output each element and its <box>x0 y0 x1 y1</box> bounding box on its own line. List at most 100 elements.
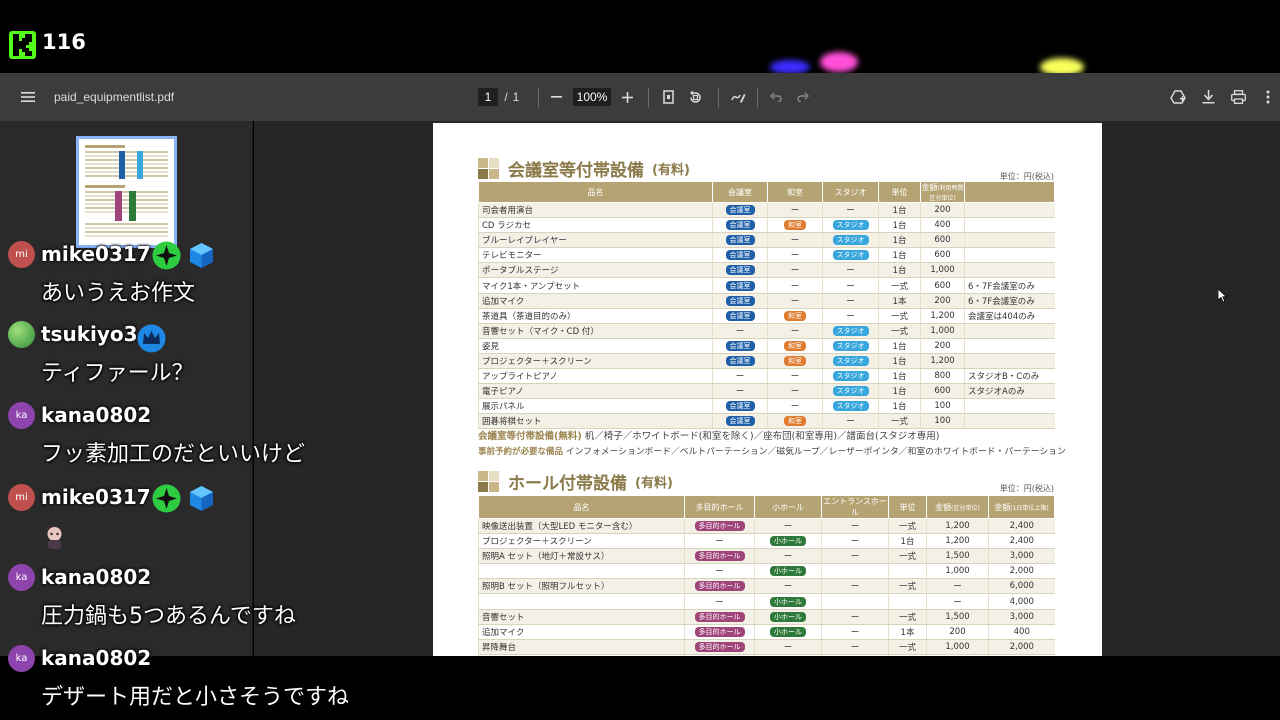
chat-username[interactable]: tsukiyo3 <box>41 322 138 346</box>
table-cell: スタジオ <box>822 217 879 234</box>
table-cell: 小ホール <box>754 609 822 625</box>
table-row: プロジェクター＋スクリーンー小ホールー 1台 1,200 2,400 <box>478 533 1055 550</box>
chat-message-text: あいうえお作文 <box>41 281 196 306</box>
table-cell: ー <box>754 548 822 565</box>
chat-username[interactable]: kana0802 <box>41 646 151 670</box>
reservation-label: 事前予約が必要な備品 <box>478 447 564 457</box>
zoom-out-icon[interactable] <box>548 73 564 121</box>
table-cell: ー <box>822 202 879 219</box>
facility-badge: 和室 <box>784 416 806 427</box>
facility-badge: 会議室 <box>725 265 755 276</box>
menu-icon[interactable] <box>14 73 42 121</box>
table-row: 展示パネル 会議室 ースタジオ 1台 100 <box>478 398 1055 415</box>
zoom-input[interactable]: 100% <box>573 88 611 106</box>
page-thumbnail[interactable] <box>76 136 177 248</box>
table-row: 音響セット（マイク・CD 付）ーースタジオ 一式 1,000 <box>478 323 1055 339</box>
table-cell: 追加マイク <box>478 624 685 640</box>
download-icon[interactable] <box>1199 73 1217 121</box>
table-cell: 会議室 <box>712 353 768 370</box>
table-cell: 1,200 <box>926 518 989 535</box>
annotate-icon[interactable] <box>729 73 747 121</box>
table-cell: 1台 <box>878 398 921 415</box>
table-row: ブルーレイプレイヤー 会議室 ースタジオ 1台 600 <box>478 232 1055 249</box>
table-cell: ー <box>821 609 889 625</box>
facility-badge: 和室 <box>784 220 806 231</box>
facility-badge: 小ホール <box>770 536 806 547</box>
chat-avatar: ka <box>8 645 35 672</box>
facility-badge: スタジオ <box>832 250 869 261</box>
table-cell: スタジオ <box>822 383 879 400</box>
table-cell: 600 <box>920 383 965 400</box>
header-note: (利用時間区分単位) <box>929 185 964 202</box>
table-cell: ー <box>767 277 823 294</box>
table-cell: 多目的ホール <box>684 624 755 640</box>
chat-username[interactable]: mike0317 <box>41 242 151 266</box>
table-cell <box>964 413 1055 430</box>
table-cell: 小ホール <box>754 593 822 610</box>
chat-username[interactable]: kana0802 <box>41 565 151 589</box>
table-header-cell: 品名 <box>478 181 713 203</box>
zoom-in-icon[interactable] <box>619 73 635 121</box>
section-title-meeting-rooms: 会議室等付帯設備 (有料) <box>478 156 690 181</box>
table-row: 囲碁将棋セット 会議室 和室 ー一式 100 <box>478 413 1055 430</box>
cube-badge-icon <box>187 241 216 270</box>
table-header-cell: 品名 <box>478 495 685 519</box>
chat-username[interactable]: mike0317 <box>41 485 151 509</box>
table-cell: 1台 <box>878 383 921 400</box>
table-cell: 姿見 <box>478 338 713 354</box>
table-cell: ー <box>926 593 989 610</box>
table-cell: ー <box>767 262 823 279</box>
facility-badge: 会議室 <box>725 235 755 246</box>
emote-icon <box>41 523 68 550</box>
chat-avatar: mi <box>8 484 35 511</box>
table-row: 映像送出装置（大型LED モニター含む） 多目的ホールーー一式 1,200 2,400 <box>478 518 1055 535</box>
table-cell: 200 <box>920 338 965 354</box>
table-cell: ー <box>767 383 823 400</box>
facility-badge: 会議室 <box>725 416 755 427</box>
table-cell: 6,000 <box>988 578 1055 595</box>
table-cell: 1本 <box>888 624 927 640</box>
table-row: 司会者用演台 会議室ーー 1台 200 <box>478 202 1055 219</box>
table-cell: ー <box>767 368 823 385</box>
table-cell: 会議室 <box>712 293 768 309</box>
page-separator: / <box>504 90 508 104</box>
background-neon-light <box>820 52 858 72</box>
table-cell: 一式 <box>888 548 927 565</box>
undo-icon[interactable] <box>768 73 784 121</box>
table-header-cell: 金額(1日単位上限) <box>988 495 1055 519</box>
table-cell: ー <box>821 639 889 655</box>
redo-icon[interactable] <box>795 73 811 121</box>
table-cell: 音響セット（マイク・CD 付） <box>478 323 713 339</box>
file-name: paid_equipmentlist.pdf <box>54 90 175 104</box>
table-cell: 800 <box>920 368 965 385</box>
free-equipment-line: 会議室等付帯設備(無料) 机／椅子／ホワイトボード(和室を除く)／座布団(和室専… <box>478 428 939 442</box>
print-icon[interactable] <box>1229 73 1247 121</box>
table-header-cell: エントランスホール <box>821 495 889 519</box>
table-header-cell: 単位 <box>878 181 921 203</box>
table-cell: ー <box>767 232 823 249</box>
meeting-room-equipment-table: 品名 会議室 和室 スタジオ 単位 金額(利用時間区分単位) 司会者用演台 会議室ーー 1台 2… <box>478 181 1055 430</box>
table-cell: 200 <box>926 624 989 640</box>
facility-badge: 会議室 <box>725 295 755 306</box>
table-cell: 小ホール <box>754 533 822 550</box>
facility-badge: スタジオ <box>832 340 869 351</box>
rotate-icon[interactable] <box>686 73 704 121</box>
fit-page-icon[interactable] <box>660 73 676 121</box>
facility-badge: 多目的ホール <box>694 551 745 562</box>
page-number-input[interactable]: 1 <box>478 88 498 106</box>
table-cell: 小ホール <box>754 624 822 640</box>
section-title-text: 会議室等付帯設備 <box>508 161 644 181</box>
toolbar-divider <box>648 88 649 108</box>
table-cell: 会議室 <box>712 338 768 354</box>
table-cell: プロジェクター＋スクリーン <box>478 533 685 550</box>
drive-save-icon[interactable] <box>1168 73 1188 121</box>
chat-username[interactable]: kana0802 <box>41 403 151 427</box>
more-options-icon[interactable] <box>1262 73 1274 121</box>
table-cell: 600 <box>920 232 965 249</box>
table-cell: 2,000 <box>988 639 1055 655</box>
free-equipment-items: 机／椅子／ホワイトボード(和室を除く)／座布団(和室専用)／譜面台(スタジオ専用… <box>584 431 940 442</box>
table-header-cell: 単位 <box>888 495 927 519</box>
page-total: 1 <box>512 90 520 104</box>
chat-message-text: ティファール？ <box>41 361 194 386</box>
section-title-suffix: (有料) <box>635 476 673 491</box>
